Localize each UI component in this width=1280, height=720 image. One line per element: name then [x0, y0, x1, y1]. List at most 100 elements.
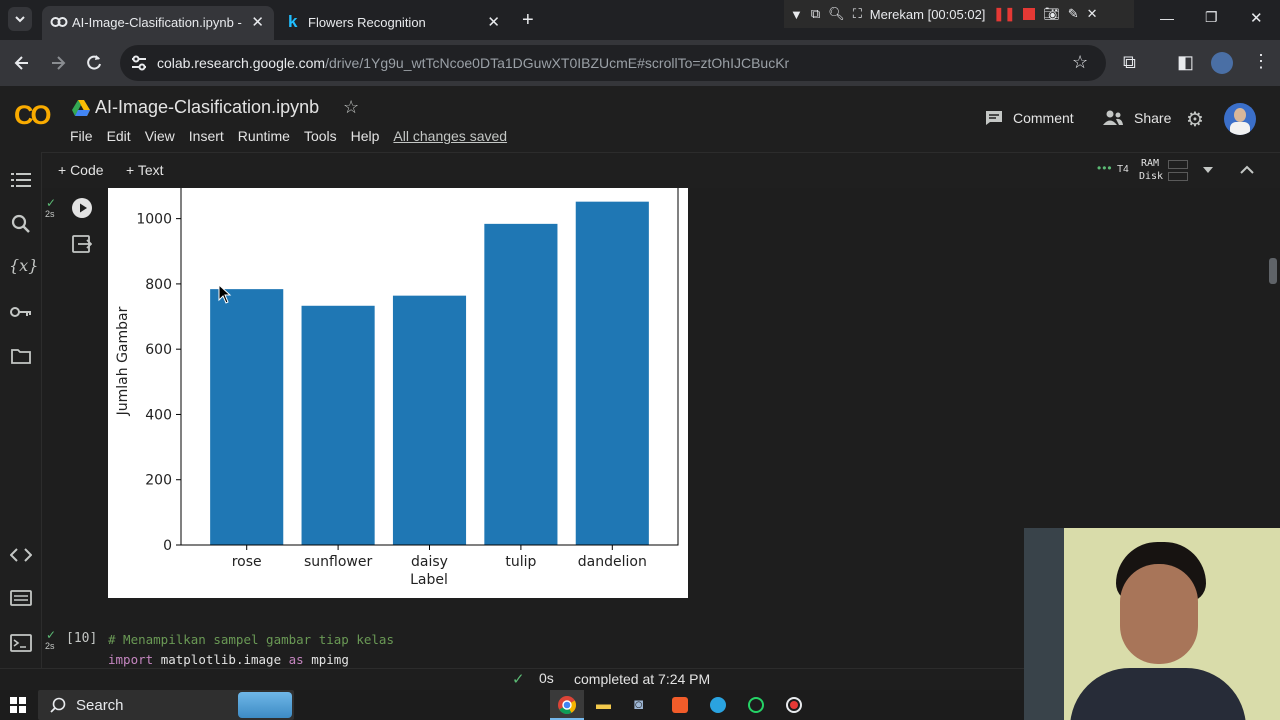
menu-edit[interactable]: Edit	[107, 128, 131, 144]
x-axis-ticks: rose sunflower daisy tulip dandelion	[232, 545, 647, 570]
cell-exec-count: [10]	[66, 631, 98, 646]
tab-flowers-recognition[interactable]: k Flowers Recognition ✕	[278, 6, 510, 40]
files-folder-icon[interactable]	[11, 348, 31, 364]
cell-toolbar: + Code + Text ••• T4 RAM Disk	[0, 152, 1280, 188]
bookmark-star-icon[interactable]: ☆	[1072, 52, 1088, 73]
pen-icon[interactable]: ✎	[1068, 6, 1079, 22]
taskbar-search[interactable]: Search	[38, 690, 294, 720]
status-text[interactable]: completed at 7:24 PM	[574, 671, 710, 687]
menu-view[interactable]: View	[145, 128, 175, 144]
command-palette-icon[interactable]	[10, 590, 32, 606]
menu-runtime[interactable]: Runtime	[238, 128, 290, 144]
menu-file[interactable]: File	[70, 128, 93, 144]
code-cell-gutter: ✓ 2s [10]	[42, 620, 98, 668]
site-settings-icon[interactable]	[130, 55, 148, 71]
star-notebook-icon[interactable]: ☆	[343, 97, 359, 118]
close-tab-icon[interactable]: ✕	[487, 13, 500, 31]
menu-insert[interactable]: Insert	[189, 128, 224, 144]
whatsapp-icon[interactable]	[748, 697, 764, 713]
disk-usage-bar	[1168, 172, 1188, 181]
secrets-key-icon[interactable]	[10, 306, 32, 318]
bar-chart: 0 200 400 600 800 1000 rose sunflower daisy tuli…	[115, 188, 679, 588]
as-keyword: as	[288, 652, 304, 667]
restore-window-icon[interactable]: ❐	[1205, 9, 1218, 26]
new-tab-icon[interactable]: +	[522, 9, 534, 32]
chart-bars	[210, 201, 649, 545]
reload-icon[interactable]	[84, 53, 104, 73]
recorder-crop-icon[interactable]: ⛶	[853, 6, 862, 22]
profile-avatar[interactable]	[1211, 52, 1233, 74]
runtime-dropdown-icon[interactable]	[1203, 167, 1213, 175]
menu-help[interactable]: Help	[351, 128, 380, 144]
save-status-link[interactable]: All changes saved	[393, 128, 507, 144]
settings-gear-icon[interactable]: ⚙	[1186, 107, 1204, 132]
y-tick-label: 200	[145, 473, 172, 489]
webcam-person-face	[1120, 564, 1198, 664]
recorder-app-icon[interactable]	[786, 697, 802, 713]
x-tick-label: daisy	[411, 554, 448, 570]
bar-tulip	[484, 223, 558, 545]
comment-label: Comment	[1013, 110, 1074, 126]
taskbar-chrome-item[interactable]	[550, 690, 584, 720]
side-panel-icon[interactable]: ◧	[1177, 52, 1194, 73]
search-placeholder: Search	[76, 697, 124, 714]
tab-search-button[interactable]	[8, 7, 32, 31]
recorder-zoom-icon[interactable]: 🔍︎	[828, 6, 845, 22]
bar-rose	[210, 289, 284, 545]
user-avatar[interactable]	[1224, 103, 1256, 135]
share-label: Share	[1134, 110, 1172, 126]
windows-start-icon[interactable]	[10, 697, 26, 713]
output-actions-icon[interactable]	[72, 234, 92, 254]
code-comment-line: # Menampilkan sampel gambar tiap kelas	[108, 632, 394, 647]
recorder-menu-icon[interactable]: ▼	[790, 7, 803, 22]
search-icon[interactable]	[11, 214, 31, 234]
recorder-window-icon[interactable]: ⧉	[811, 6, 820, 22]
camera-app-icon[interactable]: ◙	[634, 696, 643, 713]
share-people-icon	[1103, 110, 1123, 125]
bar-dandelion	[575, 201, 649, 545]
disk-label: Disk	[1139, 171, 1164, 182]
variables-icon[interactable]: {x}	[9, 256, 38, 275]
left-sidebar: {x}	[0, 152, 42, 690]
y-tick-label: 1000	[136, 212, 172, 228]
file-explorer-icon[interactable]: ▬	[596, 696, 611, 713]
webcam-background	[1024, 528, 1064, 720]
telegram-icon[interactable]	[710, 697, 726, 713]
code-snippets-icon[interactable]	[10, 548, 32, 562]
brave-browser-icon[interactable]	[672, 697, 688, 713]
cell-exec-time: 2s	[45, 641, 55, 651]
tab-colab-notebook[interactable]: AI-Image-Clasification.ipynb - C ✕	[42, 6, 274, 40]
back-arrow-icon[interactable]	[12, 53, 32, 73]
close-recorder-icon[interactable]: ✕	[1087, 6, 1098, 22]
webcam-overlay	[1024, 528, 1280, 720]
close-tab-icon[interactable]: ✕	[251, 13, 264, 31]
notebook-title[interactable]: AI-Image-Clasification.ipynb	[95, 97, 319, 118]
add-code-cell-button[interactable]: + Code	[58, 162, 104, 178]
camera-icon[interactable]: 📷︎	[1043, 6, 1060, 22]
collapse-header-icon[interactable]	[1240, 165, 1254, 175]
run-cell-icon[interactable]	[72, 198, 92, 218]
comment-button[interactable]: Comment	[985, 110, 1074, 126]
chevron-down-icon	[15, 16, 25, 23]
forward-arrow-icon[interactable]	[48, 53, 68, 73]
browser-menu-icon[interactable]: ⋮	[1252, 51, 1270, 72]
colab-logo[interactable]: CO	[14, 100, 51, 131]
menu-tools[interactable]: Tools	[304, 128, 337, 144]
add-text-cell-button[interactable]: + Text	[126, 162, 164, 178]
bar-sunflower	[301, 305, 375, 545]
y-tick-label: 800	[145, 277, 172, 293]
share-button[interactable]: Share	[1102, 110, 1171, 126]
notebook-scrollbar[interactable]	[1269, 258, 1277, 284]
code-editor[interactable]: # Menampilkan sampel gambar tiap kelas i…	[98, 620, 1024, 668]
terminal-icon[interactable]	[10, 634, 32, 652]
stop-icon[interactable]	[1023, 8, 1036, 20]
address-bar[interactable]: colab.research.google.com/drive/1Yg9u_wt…	[120, 45, 1106, 81]
extensions-icon[interactable]: ⧉	[1123, 52, 1136, 73]
browser-tab-strip: AI-Image-Clasification.ipynb - C ✕ k Flo…	[0, 0, 1280, 40]
search-highlight-image	[238, 692, 292, 718]
pause-icon[interactable]: ❚❚	[993, 6, 1015, 22]
table-of-contents-icon[interactable]	[11, 172, 31, 188]
minimize-window-icon[interactable]: —	[1160, 10, 1174, 26]
runtime-resource-indicator[interactable]: ••• T4 RAM Disk	[1097, 158, 1217, 183]
close-window-icon[interactable]: ✕	[1250, 9, 1263, 27]
